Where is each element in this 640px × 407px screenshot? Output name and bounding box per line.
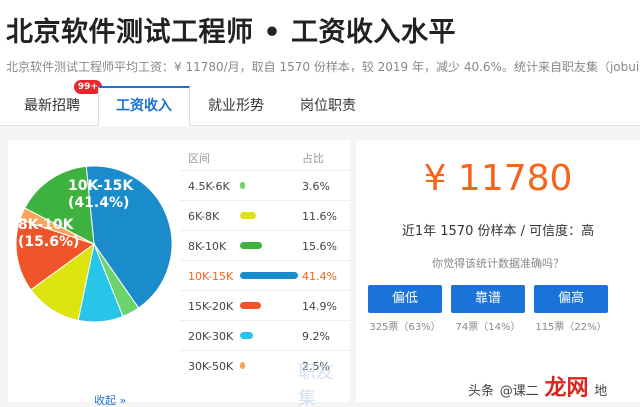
tab-salary[interactable]: 工资收入 (98, 86, 190, 126)
vote-accurate-button[interactable]: 靠谱 (451, 285, 525, 313)
header-range: 区间 (188, 152, 210, 165)
average-salary: ¥ 11780 (423, 158, 573, 199)
tab-label: 工资收入 (116, 98, 172, 114)
brand-name: 龙网 (544, 376, 589, 401)
content-area: 10K-15K (41.4%) 8K-10K (15.6%) 区间 占比 4.5… (0, 126, 640, 407)
summary-panel: ¥ 11780 近1年 1570 份样本 / 可信度：高 你觉得该统计数据准确吗… (356, 140, 640, 402)
tab-latest-jobs[interactable]: 最新招聘 99+ (12, 80, 102, 126)
pie-label-pct: (41.4%) (68, 195, 129, 211)
brand-suffix: 地 (594, 384, 608, 399)
table-row: 6K-8K 11.6% (180, 200, 350, 230)
source-brand: 头条 @课二 龙网 地 (468, 370, 607, 402)
row-bar (240, 272, 298, 279)
table-header: 区间 占比 (180, 148, 350, 170)
table-row: 8K-10K 15.6% (180, 230, 350, 260)
table-row: 15K-20K 14.9% (180, 290, 350, 320)
row-bar (240, 302, 261, 309)
tab-label: 最新招聘 (24, 98, 80, 114)
table-row: 4.5K-6K 3.6% (180, 170, 350, 200)
row-bar (240, 242, 262, 249)
table-row: 20K-30K 9.2% (180, 320, 350, 350)
brand-mid: @课二 (499, 384, 539, 399)
vote-count-high: 115票（22%） (535, 322, 607, 333)
page-title: 北京软件测试工程师 • 工资收入水平 (6, 17, 457, 48)
row-range: 10K-15K (188, 270, 234, 283)
salary-pie-chart: 10K-15K (41.4%) 8K-10K (15.6%) (15, 165, 173, 323)
row-bar (240, 182, 245, 189)
row-pct: 9.2% (302, 330, 330, 343)
row-bar (240, 332, 253, 339)
row-range: 8K-10K (188, 240, 227, 253)
row-range: 20K-30K (188, 330, 234, 343)
table-row: 10K-15K 41.4% (180, 260, 350, 290)
page-subtitle: 北京软件测试工程师平均工资：¥ 11780/月，取自 1570 份样本，较 20… (6, 60, 640, 74)
row-pct: 15.6% (302, 240, 337, 253)
brand-prefix: 头条 (468, 384, 495, 399)
row-pct: 11.6% (302, 210, 337, 223)
pie-label-range: 8K-10K (18, 217, 75, 233)
accuracy-question: 你觉得该统计数据准确吗？ (432, 257, 564, 270)
row-range: 30K-50K (188, 360, 234, 373)
tab-label: 就业形势 (208, 98, 264, 114)
row-bar (240, 362, 245, 369)
row-pct: 3.6% (302, 180, 330, 193)
distribution-table: 区间 占比 4.5K-6K 3.6% 6K-8K 11.6% 8K-10K 15.6% 10… (180, 148, 350, 380)
pie-label-range: 10K-15K (68, 178, 134, 194)
row-pct: 41.4% (302, 270, 337, 283)
header-pct: 占比 (302, 152, 324, 165)
sample-info: 近1年 1570 份样本 / 可信度：高 (401, 224, 595, 239)
row-pct: 14.9% (302, 300, 337, 313)
tab-job-duties[interactable]: 岗位职责 (288, 86, 368, 126)
pie-label-pct: (15.6%) (18, 234, 79, 250)
tab-label: 岗位职责 (300, 98, 356, 114)
tab-bar: 最新招聘 99+ 工资收入 就业形势 岗位职责 (0, 80, 640, 126)
vote-high-button[interactable]: 偏高 (534, 285, 608, 313)
row-bar (240, 212, 256, 219)
row-range: 4.5K-6K (188, 180, 230, 193)
row-range: 6K-8K (188, 210, 220, 223)
distribution-panel: 10K-15K (41.4%) 8K-10K (15.6%) 区间 占比 4.5… (8, 140, 350, 407)
watermark: 职友集 (298, 362, 334, 407)
row-range: 15K-20K (188, 300, 234, 313)
collapse-link[interactable]: 收起 » (94, 392, 126, 407)
vote-low-button[interactable]: 偏低 (368, 285, 442, 313)
tab-employment[interactable]: 就业形势 (196, 86, 276, 126)
